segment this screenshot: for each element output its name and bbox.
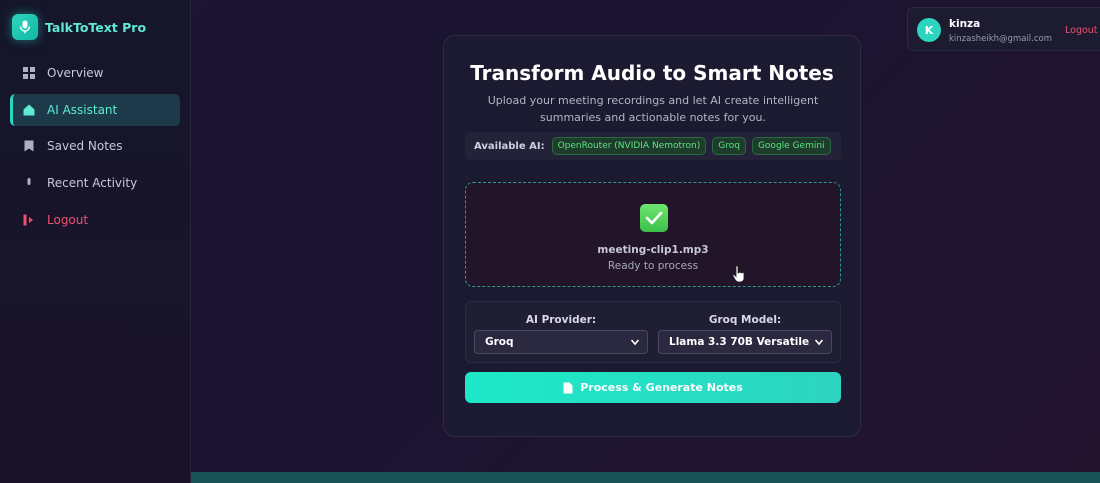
model-select-value: Llama 3.3 70B Versatile xyxy=(669,336,810,348)
chevron-down-icon xyxy=(630,337,640,350)
provider-badge: OpenRouter (NVIDIA Nemotron) xyxy=(551,137,707,155)
provider-badge: Google Gemini xyxy=(751,137,831,155)
provider-badge: Groq xyxy=(712,137,746,155)
sidebar-item-logout[interactable]: Logout xyxy=(10,204,180,236)
page-title: Transform Audio to Smart Notes xyxy=(470,61,834,85)
sidebar-item-label: Saved Notes xyxy=(47,139,123,154)
sidebar-nav: Overview AI Assistant Saved Notes Recent… xyxy=(10,57,180,240)
sidebar-item-overview[interactable]: Overview xyxy=(10,57,180,89)
available-ai-row: Available AI: OpenRouter (NVIDIA Nemotro… xyxy=(465,132,841,160)
model-select-label: Groq Model: xyxy=(708,314,782,326)
home-icon xyxy=(22,103,35,116)
available-ai-label: Available AI: xyxy=(474,140,545,152)
upload-status: Ready to process xyxy=(607,260,699,272)
sidebar-item-label: Recent Activity xyxy=(47,176,138,191)
file-dropzone[interactable]: meeting-clip1.mp3 Ready to process xyxy=(465,182,841,287)
document-icon xyxy=(563,382,573,394)
microphone-icon xyxy=(12,14,38,40)
provider-select-label: AI Provider: xyxy=(525,314,597,326)
sidebar-item-saved-notes[interactable]: Saved Notes xyxy=(10,130,180,162)
upload-card: Transform Audio to Smart Notes Upload yo… xyxy=(443,35,861,437)
mic-dot-icon xyxy=(22,177,35,190)
sidebar-item-ai-assistant[interactable]: AI Assistant xyxy=(10,93,180,126)
provider-select-value: Groq xyxy=(485,336,514,348)
model-select[interactable]: Llama 3.3 70B Versatile xyxy=(658,330,832,354)
hand-pointer-icon xyxy=(732,265,746,287)
header-logout-link[interactable]: Logout xyxy=(1065,25,1098,36)
app-name: TalkToText Pro xyxy=(45,19,147,35)
bookmark-icon xyxy=(22,140,35,153)
uploaded-file-name: meeting-clip1.mp3 xyxy=(597,244,709,256)
process-button-label: Process & Generate Notes xyxy=(580,381,743,394)
model-settings: AI Provider: Groq Groq Model: Llama 3.3 … xyxy=(465,301,841,363)
sidebar-item-label: AI Assistant xyxy=(47,102,118,117)
check-mark-icon xyxy=(640,204,668,232)
chevron-down-icon xyxy=(814,337,824,350)
sidebar-item-recent-activity[interactable]: Recent Activity xyxy=(10,167,180,199)
user-email: kinzasheikh@gmail.com xyxy=(949,34,1053,44)
provider-select[interactable]: Groq xyxy=(474,330,648,354)
sidebar-item-label: Logout xyxy=(47,212,89,227)
avatar[interactable]: K xyxy=(917,18,941,42)
sidebar: TalkToText Pro Overview AI Assistant Sav… xyxy=(0,0,191,483)
sidebar-item-label: Overview xyxy=(47,66,104,80)
user-card: K kinza kinzasheikh@gmail.com Logout xyxy=(907,7,1100,51)
page-subtitle: Upload your meeting recordings and let A… xyxy=(487,94,819,124)
grid-icon xyxy=(22,67,35,80)
user-name: kinza xyxy=(949,18,981,30)
process-generate-button[interactable]: Process & Generate Notes xyxy=(465,372,841,403)
logout-icon xyxy=(22,213,35,226)
bottom-bar xyxy=(191,472,1100,483)
brand[interactable]: TalkToText Pro xyxy=(12,14,146,40)
